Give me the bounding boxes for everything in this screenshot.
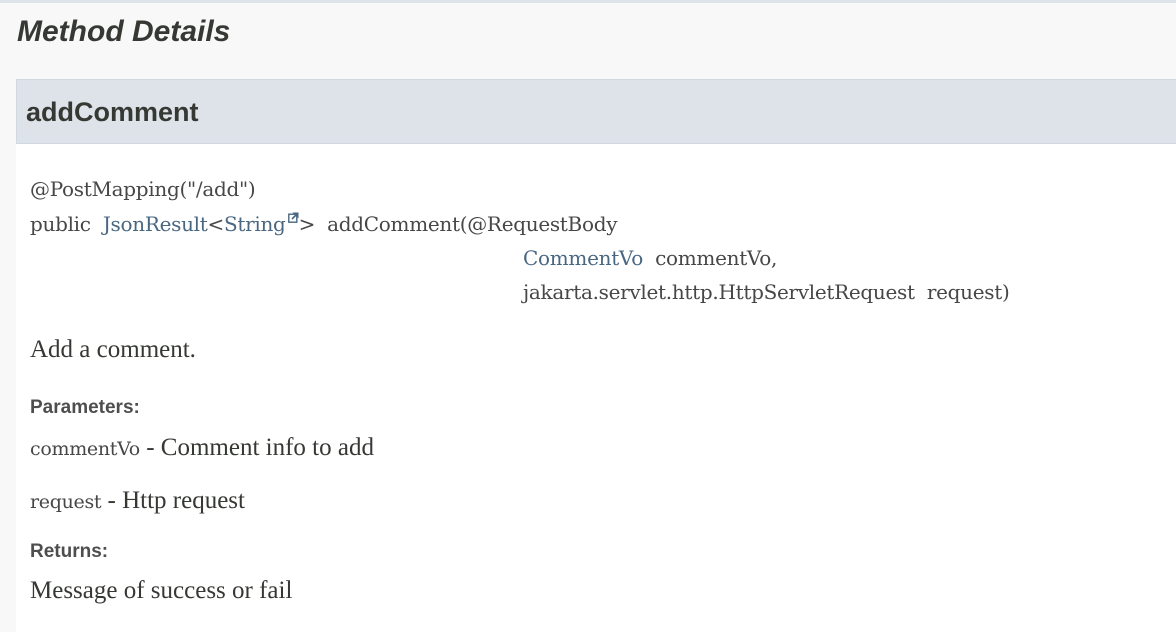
method-header: addComment bbox=[16, 79, 1176, 144]
method-details-section: Method Details addComment @PostMapping("… bbox=[0, 3, 1176, 632]
param2-type: jakarta.servlet.http.HttpServletRequest bbox=[523, 280, 915, 304]
param1-annotation: @RequestBody bbox=[467, 212, 618, 236]
param1-type-link[interactable]: CommentVo bbox=[523, 246, 643, 270]
type-param-open: < bbox=[207, 212, 225, 236]
param2-name: request) bbox=[926, 280, 1010, 304]
parameters-label: Parameters: bbox=[30, 397, 140, 418]
param2-line: jakarta.servlet.http.HttpServletRequest … bbox=[523, 279, 1010, 305]
method-annotation: @PostMapping("/add") bbox=[30, 177, 256, 201]
method-card: addComment @PostMapping("/add") public J… bbox=[16, 79, 1176, 632]
modifier: public bbox=[30, 212, 91, 236]
parameter-desc: Comment info to add bbox=[160, 434, 374, 461]
method-name-heading: addComment bbox=[26, 97, 199, 127]
external-link-icon bbox=[287, 212, 299, 223]
parameter-separator: - bbox=[101, 487, 123, 514]
parameter-name: request bbox=[30, 491, 102, 513]
section-title: Method Details bbox=[17, 15, 231, 48]
method-description: Add a comment. bbox=[30, 336, 196, 363]
param1-line: CommentVo commentVo, bbox=[523, 245, 777, 271]
signature-line: public JsonResult<String > addComment(@Re… bbox=[30, 211, 618, 237]
parameter-separator: - bbox=[139, 434, 161, 461]
parameter-item: commentVo - Comment info to add bbox=[30, 433, 374, 464]
returns-label: Returns: bbox=[30, 541, 109, 562]
type-param-label: String bbox=[223, 212, 286, 236]
type-param-close: > bbox=[298, 212, 316, 236]
parameter-name: commentVo bbox=[30, 438, 140, 460]
param1-name: commentVo, bbox=[655, 246, 778, 270]
parameter-desc: Http request bbox=[122, 487, 245, 514]
returns-description: Message of success or fail bbox=[30, 577, 293, 604]
type-param-link[interactable]: String bbox=[224, 212, 299, 236]
return-type-link[interactable]: JsonResult bbox=[103, 212, 208, 236]
signature-method-name: addComment bbox=[327, 212, 460, 236]
parameter-item: request - Http request bbox=[30, 486, 245, 517]
